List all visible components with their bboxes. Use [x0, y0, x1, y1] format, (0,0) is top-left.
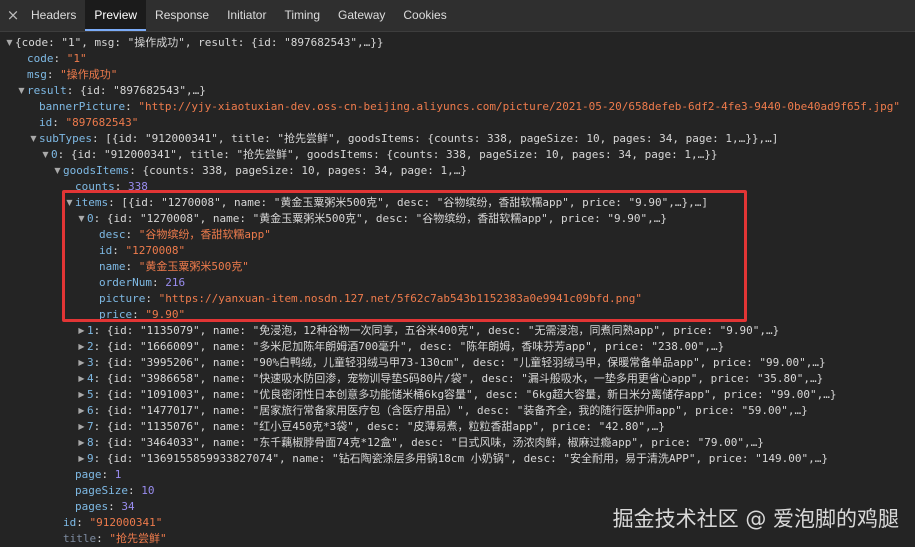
- watermark: 掘金技术社区 @ 爱泡脚的鸡腿: [612, 507, 899, 531]
- value-item0-id: "1270008": [125, 244, 186, 257]
- tree-summary: {id: "3464033", name: "东千藕椒脖骨面74克*12盒", …: [106, 436, 764, 449]
- json-preview-tree: ▼ {code: "1", msg: "操作成功", result: {id: "…: [0, 32, 915, 547]
- tree-summary: {id: "3995206", name: "90%白鸭绒，儿童轻羽绒马甲73-…: [106, 356, 826, 369]
- expanded-triangle-icon[interactable]: ▼: [40, 146, 51, 163]
- tree-row-subTypes[interactable]: ▼ subTypes: [{id: "912000341", title: "抢先…: [28, 130, 778, 147]
- collapsed-triangle-icon[interactable]: ▶: [76, 386, 87, 403]
- collapsed-triangle-icon[interactable]: ▶: [76, 338, 87, 355]
- tree-row-item[interactable]: ▶ 9: {id: "1369155859933827074", name: "钻…: [76, 450, 828, 467]
- tree-row-sub0-title: title: "抢先尝鲜": [63, 532, 167, 545]
- tab-strip: Headers Preview Response Initiator Timin…: [22, 0, 456, 31]
- tree-summary: {id: "1270008", name: "黄金玉粟粥米500克", desc…: [106, 212, 667, 225]
- value-counts: 338: [128, 180, 148, 193]
- value-sub0-id: "912000341": [89, 516, 163, 529]
- collapsed-triangle-icon[interactable]: ▶: [76, 354, 87, 371]
- tree-row-item[interactable]: ▶ 5: {id: "1091003", name: "优良密闭性日本创意多功能储…: [76, 386, 836, 403]
- tree-summary: {id: "912000341", title: "抢先尝鲜", goodsIt…: [70, 148, 718, 161]
- expanded-triangle-icon[interactable]: ▼: [64, 194, 75, 211]
- tab-response[interactable]: Response: [146, 0, 218, 31]
- tree-row-page: page: 1: [75, 468, 122, 481]
- tree-summary: {id: "1135079", name: "免浸泡，12种谷物一次同享，五谷米…: [106, 324, 780, 337]
- tree-row-item0-desc: desc: "谷物缤纷，香甜软糯app": [99, 228, 271, 241]
- tree-summary: {id: "897682543",…}: [80, 84, 206, 97]
- tree-row-item[interactable]: ▶ 3: {id: "3995206", name: "90%白鸭绒，儿童轻羽绒马…: [76, 354, 826, 371]
- collapsed-triangle-icon[interactable]: ▶: [76, 418, 87, 435]
- tree-row-bannerPicture: bannerPicture: "http://yjy-xiaotuxian-de…: [39, 100, 900, 113]
- devtools-tabbar: × Headers Preview Response Initiator Tim…: [0, 0, 915, 32]
- tree-row-items[interactable]: ▼ items: [{id: "1270008", name: "黄金玉粟粥米50…: [64, 194, 708, 211]
- tree-summary: {id: "1091003", name: "优良密闭性日本创意多功能储米桶6k…: [106, 388, 837, 401]
- value-page: 1: [114, 468, 122, 481]
- collapsed-triangle-icon[interactable]: ▶: [76, 322, 87, 339]
- value-msg: "操作成功": [60, 68, 118, 81]
- value-pages: 34: [121, 500, 135, 513]
- expanded-triangle-icon[interactable]: ▼: [52, 162, 63, 179]
- value-item0-price: "9.90": [145, 308, 186, 321]
- tree-row-item0-id: id: "1270008": [99, 244, 186, 257]
- tree-row-item[interactable]: ▶ 7: {id: "1135076", name: "红小豆450克*3袋", …: [76, 418, 665, 435]
- expanded-triangle-icon[interactable]: ▼: [76, 210, 87, 227]
- value-pageSize: 10: [141, 484, 155, 497]
- tree-summary: {id: "1369155859933827074", name: "钻石陶瓷涂…: [106, 452, 828, 465]
- value-result-id: "897682543": [65, 116, 139, 129]
- collapsed-triangle-icon[interactable]: ▶: [76, 370, 87, 387]
- value-bannerPicture: "http://yjy-xiaotuxian-dev.oss-cn-beijin…: [138, 100, 900, 113]
- tree-row-sub0-id: id: "912000341": [63, 516, 163, 529]
- tree-summary: {counts: 338, pageSize: 10, pages: 34, p…: [142, 164, 467, 177]
- value-sub0-title: "抢先尝鲜": [109, 532, 167, 545]
- tree-row-item0-price: price: "9.90": [99, 308, 186, 321]
- tree-summary: {id: "1135076", name: "红小豆450克*3袋", desc…: [106, 420, 665, 433]
- tree-row-item0-orderNum: orderNum: 216: [99, 276, 186, 289]
- tab-timing[interactable]: Timing: [275, 0, 329, 31]
- tree-row-goodsItems[interactable]: ▼ goodsItems: {counts: 338, pageSize: 10,…: [52, 162, 467, 179]
- tree-summary: {id: "1666009", name: "多米尼加陈年朗姆酒700毫升", …: [106, 340, 725, 353]
- tree-row-item0-picture: picture: "https://yanxuan-item.nosdn.127…: [99, 292, 643, 305]
- tab-preview[interactable]: Preview: [85, 0, 147, 31]
- tab-gateway[interactable]: Gateway: [329, 0, 394, 31]
- collapsed-triangle-icon[interactable]: ▶: [76, 450, 87, 467]
- tree-row-item-0[interactable]: ▼ 0: {id: "1270008", name: "黄金玉粟粥米500克", …: [76, 210, 667, 227]
- tab-headers[interactable]: Headers: [22, 0, 85, 31]
- tree-row-result-id: id: "897682543": [39, 116, 139, 129]
- collapsed-triangle-icon[interactable]: ▶: [76, 434, 87, 451]
- value-item0-orderNum: 216: [165, 276, 186, 289]
- tree-row-item0-name: name: "黄金玉粟粥米500克": [99, 260, 249, 273]
- value-item0-desc: "谷物缤纷，香甜软糯app": [138, 228, 271, 241]
- collapsed-triangle-icon[interactable]: ▶: [76, 402, 87, 419]
- tab-cookies[interactable]: Cookies: [394, 0, 455, 31]
- tree-row-item[interactable]: ▶ 1: {id: "1135079", name: "免浸泡，12种谷物一次同享…: [76, 322, 779, 339]
- tab-initiator[interactable]: Initiator: [218, 0, 275, 31]
- tree-row-subTypes-0[interactable]: ▼ 0: {id: "912000341", title: "抢先尝鲜", goo…: [40, 146, 718, 163]
- value-item0-name: "黄金玉粟粥米500克": [138, 260, 249, 273]
- tree-row-msg: msg: "操作成功": [27, 68, 118, 81]
- tree-row-result[interactable]: ▼ result: {id: "897682543",…}: [16, 82, 206, 99]
- expanded-triangle-icon[interactable]: ▼: [16, 82, 27, 99]
- tree-row-item[interactable]: ▶ 8: {id: "3464033", name: "东千藕椒脖骨面74克*12…: [76, 434, 764, 451]
- tree-row-pageSize: pageSize: 10: [75, 484, 155, 497]
- value-item0-picture: "https://yanxuan-item.nosdn.127.net/5f62…: [158, 292, 643, 305]
- tree-summary: [{id: "1270008", name: "黄金玉粟粥米500克", des…: [121, 196, 708, 209]
- tree-summary: {id: "1477017", name: "居家旅行常备家用医疗包（含医疗用品…: [106, 404, 808, 417]
- tree-row-counts: counts: 338: [75, 180, 148, 193]
- expanded-triangle-icon[interactable]: ▼: [28, 130, 39, 147]
- tree-row-item[interactable]: ▶ 4: {id: "3986658", name: "快速吸水防回渗，宠物训导垫…: [76, 370, 823, 387]
- tree-summary: [{id: "912000341", title: "抢先尝鲜", goodsI…: [105, 132, 779, 145]
- tree-summary: {id: "3986658", name: "快速吸水防回渗，宠物训导垫S码80…: [106, 372, 824, 385]
- close-icon[interactable]: ×: [5, 7, 21, 23]
- tree-summary: {code: "1", msg: "操作成功", result: {id: "8…: [15, 36, 384, 49]
- tree-row-pages: pages: 34: [75, 500, 135, 513]
- tree-row-item[interactable]: ▶ 6: {id: "1477017", name: "居家旅行常备家用医疗包（含…: [76, 402, 808, 419]
- tree-row-item[interactable]: ▶ 2: {id: "1666009", name: "多米尼加陈年朗姆酒700毫…: [76, 338, 724, 355]
- value-code: "1": [66, 52, 87, 65]
- expanded-triangle-icon[interactable]: ▼: [4, 34, 15, 51]
- tree-root[interactable]: ▼ {code: "1", msg: "操作成功", result: {id: "…: [4, 34, 384, 51]
- tree-row-code: code: "1": [27, 52, 87, 65]
